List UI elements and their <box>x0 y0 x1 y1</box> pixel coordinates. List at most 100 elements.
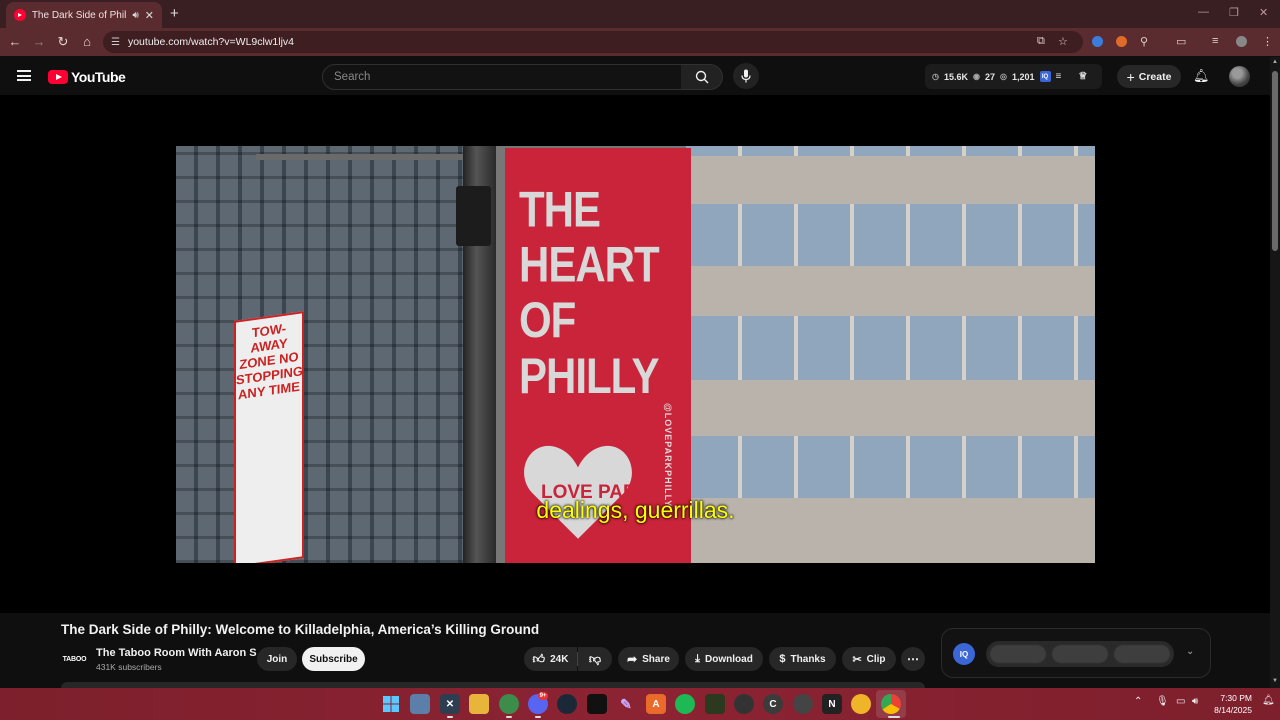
list-icon[interactable]: ≡ <box>1056 71 1062 82</box>
extensions-puzzle-icon[interactable]: ⚲ <box>1140 35 1148 48</box>
search-box <box>322 64 682 90</box>
tab-close-icon[interactable]: ✕ <box>145 9 154 22</box>
extension-segment[interactable] <box>1114 645 1170 663</box>
tray-volume-icon[interactable]: 🔊︎ <box>1192 696 1198 707</box>
extension-segment[interactable] <box>1052 645 1108 663</box>
profile-avatar-icon[interactable] <box>1236 36 1247 47</box>
address-bar[interactable]: ☰ youtube.com/watch?v=WL9clw1ljv4 <box>103 31 1083 53</box>
more-actions-button[interactable]: ⋯ <box>901 647 925 671</box>
banner-handle: @LOVEPARKPHILLY <box>663 403 673 508</box>
taskbar-running-indicator <box>447 716 453 718</box>
bookmark-star-icon[interactable]: ☆ <box>1058 35 1068 48</box>
reading-list-icon[interactable]: ≡ <box>1212 35 1218 47</box>
voice-search-button[interactable] <box>733 63 759 89</box>
restore-icon[interactable]: ❐ <box>1229 6 1239 19</box>
extension-iq-icon[interactable]: IQ <box>953 643 975 665</box>
tray-overflow-icon[interactable]: ⌃ <box>1134 696 1142 707</box>
clip-label: Clip <box>866 653 886 665</box>
search-input[interactable] <box>334 71 681 83</box>
steam-icon[interactable] <box>557 694 577 714</box>
page-scrollbar[interactable]: ▲ ▼ <box>1270 57 1280 688</box>
trophy-icon[interactable]: ♕ <box>1078 71 1087 82</box>
windows-taskbar: ✕ 9+ ✎ A C N ⌃ 🎙︎ ▭ 🔊︎ 7:30 PM 8/14/2025… <box>0 688 1280 720</box>
minimize-icon[interactable]: — <box>1198 6 1209 18</box>
taskbar-running-indicator <box>888 716 900 718</box>
like-button[interactable]: 👍︎ 24K <box>524 647 577 671</box>
app-yellow-icon[interactable] <box>851 694 871 714</box>
chrome-icon[interactable] <box>881 694 901 714</box>
stat-viewers: 1,201 <box>1012 71 1035 82</box>
extension-segment-track <box>986 641 1174 667</box>
scissors-icon: ✂ <box>852 653 862 666</box>
extension-panel: IQ ⌄ <box>941 628 1211 678</box>
home-icon[interactable]: ⌂ <box>79 34 95 49</box>
search-button[interactable] <box>681 64 723 90</box>
join-button[interactable]: Join <box>257 647 297 671</box>
notifications-bell-icon[interactable]: 🔔︎ <box>1193 68 1210 84</box>
speaker-icon[interactable]: 🔊︎ <box>132 10 138 21</box>
nvidia-icon[interactable] <box>705 694 725 714</box>
search-icon <box>695 70 708 84</box>
back-icon[interactable]: ← <box>7 34 23 49</box>
scroll-down-icon[interactable]: ▼ <box>1272 678 1278 684</box>
dislike-button[interactable]: 👎︎ <box>578 647 612 671</box>
download-label: Download <box>705 653 753 665</box>
share-button[interactable]: ➦ Share <box>618 647 679 671</box>
thanks-dollar-icon: $ <box>779 653 786 665</box>
spotify-icon[interactable] <box>675 694 695 714</box>
chrome-alt-icon[interactable] <box>499 694 519 714</box>
app-gamepad-icon[interactable] <box>793 694 813 714</box>
create-button[interactable]: + Create <box>1117 65 1181 88</box>
extension-stats-bar[interactable]: ◷ 15.6K ◉ 27 ◎ 1,201 IQ ≡ ♕ <box>925 64 1102 89</box>
creative-app-icon[interactable]: A <box>646 694 666 714</box>
subscribe-button[interactable]: Subscribe <box>302 647 365 671</box>
app-c-icon[interactable]: C <box>763 694 783 714</box>
clip-button[interactable]: ✂ Clip <box>842 647 896 671</box>
thanks-button[interactable]: $ Thanks <box>769 647 836 671</box>
scroll-thumb[interactable] <box>1272 71 1278 251</box>
video-player[interactable]: TOW-AWAY ZONE NO STOPPING ANY TIME THE H… <box>0 95 1270 613</box>
scroll-up-icon[interactable]: ▲ <box>1272 59 1278 65</box>
menu-kebab-icon[interactable]: ⋮ <box>1262 35 1273 48</box>
video-frame[interactable]: TOW-AWAY ZONE NO STOPPING ANY TIME THE H… <box>176 146 1095 563</box>
side-panel-icon[interactable]: ▭ <box>1176 35 1186 48</box>
hamburger-menu-icon[interactable] <box>17 70 31 81</box>
notification-center-icon[interactable]: 🔔︎ <box>1262 695 1275 706</box>
channel-name[interactable]: The Taboo Room With Aaron S <box>96 647 257 659</box>
stat-views: 15.6K <box>943 71 969 82</box>
extension-orange-icon[interactable] <box>1116 36 1127 47</box>
reload-icon[interactable]: ↻ <box>55 34 71 50</box>
tray-microphone-icon[interactable]: 🎙︎ <box>1156 696 1169 707</box>
windows-start-icon[interactable] <box>381 694 401 714</box>
like-count: 24K <box>550 653 569 665</box>
file-explorer-icon[interactable] <box>469 694 489 714</box>
video-caption: dealings, guerrillas. <box>536 497 735 523</box>
channel-avatar[interactable]: TABOO <box>61 646 88 673</box>
window-close-icon[interactable]: ✕ <box>1259 6 1268 19</box>
account-avatar[interactable] <box>1229 66 1250 87</box>
youtube-masthead: YouTube ◷ 15.6K ◉ 27 ◎ 1,201 IQ ≡ ♕ + Cr… <box>0 57 1270 95</box>
obs-icon[interactable] <box>734 694 754 714</box>
cast-icon[interactable]: ⧉ <box>1037 35 1045 48</box>
terminal-icon[interactable] <box>587 694 607 714</box>
chevron-down-icon[interactable]: ⌄ <box>1186 646 1194 657</box>
browser-toolbar: ← → ↻ ⌂ ☰ youtube.com/watch?v=WL9clw1ljv… <box>0 28 1280 56</box>
microphone-icon <box>741 69 751 83</box>
extension-blue-icon[interactable] <box>1092 36 1103 47</box>
terminal-app-icon[interactable]: ✕ <box>440 694 460 714</box>
forward-icon[interactable]: → <box>31 34 47 49</box>
site-info-icon[interactable]: ☰ <box>111 37 120 48</box>
feather-app-icon[interactable]: ✎ <box>616 694 636 714</box>
thumbs-down-icon: 👎︎ <box>588 651 602 666</box>
new-tab-button[interactable]: + <box>170 5 179 22</box>
youtube-logo[interactable]: YouTube <box>48 69 126 85</box>
photos-app-icon[interactable] <box>410 694 430 714</box>
extension-iq-icon[interactable]: IQ <box>1039 71 1051 82</box>
download-button[interactable]: ⤓ Download <box>685 647 763 671</box>
taskbar-clock[interactable]: 7:30 PM 8/14/2025 <box>1208 692 1252 716</box>
extension-segment[interactable] <box>990 645 1046 663</box>
join-label: Join <box>266 653 288 665</box>
notion-icon[interactable]: N <box>822 694 842 714</box>
browser-tab-active[interactable]: The Dark Side of Philly: Wel 🔊︎ ✕ <box>6 2 162 28</box>
tray-network-icon[interactable]: ▭ <box>1176 696 1185 707</box>
